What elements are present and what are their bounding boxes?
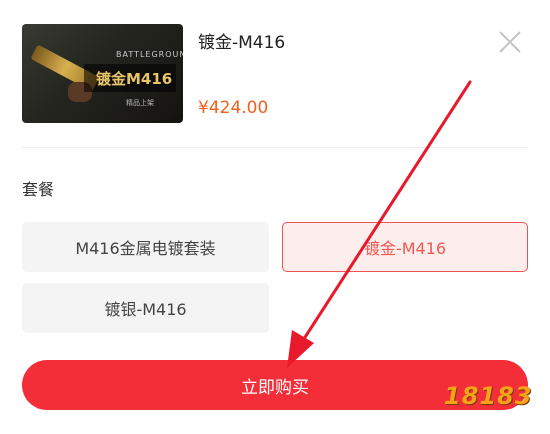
buy-now-label: 立即购买 bbox=[241, 377, 309, 398]
product-thumbnail: BATTLEGROUNDS 镀金M416 精品上架 bbox=[22, 24, 183, 123]
close-icon[interactable] bbox=[498, 30, 522, 54]
product-price: ¥424.00 bbox=[198, 98, 269, 118]
package-option-silver[interactable]: 镀银-M416 bbox=[22, 283, 269, 333]
package-option-metal-set[interactable]: M416金属电镀套装 bbox=[22, 222, 269, 272]
package-option-gold[interactable]: 镀金-M416 bbox=[282, 222, 528, 272]
thumbnail-caption: 精品上架 bbox=[126, 99, 154, 107]
thumbnail-skin-name: 镀金M416 bbox=[96, 70, 173, 88]
watermark-logo: 18183 bbox=[444, 382, 533, 410]
package-label: 套餐 bbox=[22, 180, 55, 199]
product-title: 镀金-M416 bbox=[198, 33, 286, 53]
divider bbox=[22, 147, 528, 148]
package-option-label: 镀金-M416 bbox=[363, 239, 447, 258]
package-option-label: M416金属电镀套装 bbox=[75, 239, 216, 258]
thumbnail-brand: BATTLEGROUNDS bbox=[116, 50, 183, 59]
package-option-label: 镀银-M416 bbox=[104, 300, 187, 319]
